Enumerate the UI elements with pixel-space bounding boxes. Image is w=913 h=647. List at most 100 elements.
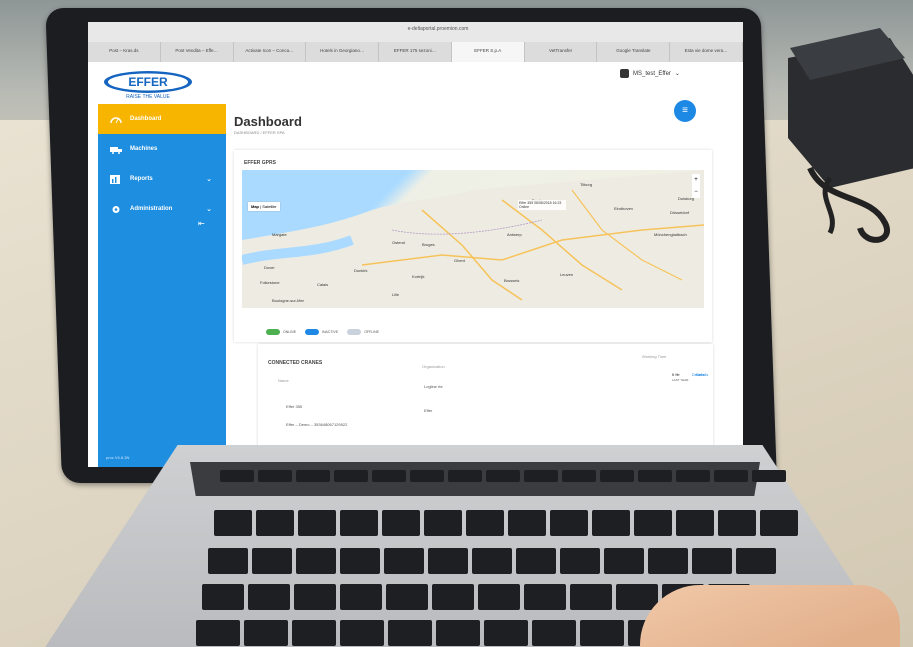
keyboard-key [532, 620, 576, 646]
keyboard-key [388, 620, 432, 646]
legend-label: OFFLINE [364, 330, 379, 334]
map-place-label: Eindhoven [614, 206, 633, 211]
keyboard-key [436, 620, 480, 646]
map-roads [242, 170, 704, 308]
crane-row-name[interactable]: Effer – Demo – 353648067129522 [286, 422, 347, 427]
map-type-toggle[interactable]: Map | Satellite [248, 202, 280, 211]
keyboard-key [638, 470, 672, 482]
keyboard-key [736, 548, 776, 574]
keyboard-key [570, 584, 612, 610]
map-place-label: Kortrijk [412, 274, 425, 279]
keyboard-key [428, 548, 468, 574]
user-name: MS_test_Effer [633, 70, 671, 77]
offline-toggle[interactable] [347, 329, 362, 335]
sidebar-item-reports[interactable]: Reports ⌄ [98, 164, 226, 194]
legend-label: INACTIVE [322, 330, 339, 334]
photo-scene: e-deltaportal.proemion.com Post – Kras.d… [0, 0, 913, 647]
browser-tab[interactable]: Google Translate [597, 42, 671, 62]
keyboard-key [296, 548, 336, 574]
column-name[interactable]: Name [278, 378, 289, 383]
sidebar-item-label: Reports [130, 176, 153, 182]
map-place-label: Mönchengladbach [654, 232, 687, 237]
inactive-toggle[interactable] [305, 329, 320, 335]
keyboard-key [256, 510, 294, 536]
map-marker[interactable]: Effer 355 06/06/2018 16:23 Online [518, 200, 566, 210]
online-toggle[interactable] [266, 329, 280, 335]
map-place-label: Calais [317, 282, 329, 287]
map-place-label: Tilburg [580, 182, 593, 187]
status-legend: ONLINE INACTIVE OFFLINE [266, 329, 379, 335]
keyboard-key [524, 584, 566, 610]
keyboard-key [760, 510, 798, 536]
map-card-title: EFFER GPRS [244, 160, 276, 166]
browser-tab[interactable]: EFFER S.p.A [451, 42, 525, 62]
gauge-icon [110, 116, 122, 123]
logo-wordmark: EFFER [128, 75, 168, 89]
crane-row-working: 0 Hr LAST YEAR [672, 372, 689, 382]
laptop-screen: e-deltaportal.proemion.com Post – Kras.d… [88, 22, 743, 467]
sidebar-item-dashboard[interactable]: Dashboard [98, 104, 226, 134]
map-place-label: Bruges [422, 242, 435, 247]
keyboard-key [714, 470, 748, 482]
sidebar-item-label: Dashboard [130, 116, 162, 122]
effer-logo[interactable]: EFFER RAISE THE VALUE [102, 70, 194, 100]
browser-tab[interactable]: Post – Kras.ds [88, 42, 161, 62]
details-link[interactable]: Details [696, 372, 708, 377]
keyboard-key [340, 620, 384, 646]
keyboard-key [676, 510, 714, 536]
browser-tab[interactable]: Post Vendita – Effe… [160, 42, 234, 62]
keyboard-key [718, 510, 756, 536]
browser-tab[interactable]: VetTransfer [524, 42, 598, 62]
keyboard-key [340, 548, 380, 574]
keyboard-key [384, 548, 424, 574]
sidebar-item-administration[interactable]: Administration ⌄ [98, 194, 226, 224]
chevron-down-icon[interactable]: ⌄ [206, 175, 212, 183]
browser-tab[interactable]: Esta vie dome vera… [670, 42, 743, 62]
keyboard-key [382, 510, 420, 536]
column-working-time: Working Time [642, 354, 667, 359]
map-place-label: Düsseldorf [670, 210, 690, 215]
sidebar: Dashboard Machines Reports ⌄ Administrat… [98, 104, 226, 467]
column-organization[interactable]: Organization [422, 364, 445, 369]
crane-row-name[interactable]: Effer 355 [286, 404, 302, 409]
chart-icon [110, 174, 120, 184]
keyboard-key [340, 510, 378, 536]
browser-tab[interactable]: EFFER 175 sezoni… [379, 42, 452, 62]
keyboard-key [484, 620, 528, 646]
sidebar-item-machines[interactable]: Machines [98, 134, 226, 164]
keyboard-key [472, 548, 512, 574]
keyboard-key [466, 510, 504, 536]
truck-icon [110, 146, 122, 154]
keyboard-key [580, 620, 624, 646]
page-title: Dashboard [234, 114, 302, 129]
browser-tab[interactable]: Hotels in Georgiano… [306, 42, 380, 62]
keyboard-key [676, 470, 710, 482]
map-place-label: Boulogne-sur-Mer [272, 298, 305, 303]
keyboard-key [258, 470, 292, 482]
hand [640, 585, 900, 647]
keyboard-key [386, 584, 428, 610]
keyboard-key [486, 470, 520, 482]
cranes-card-title: CONNECTED CRANES [268, 360, 323, 366]
keyboard-key [372, 470, 406, 482]
keyboard-key [220, 470, 254, 482]
keyboard-key [600, 470, 634, 482]
browser-tabs: Post – Kras.ds Post Vendita – Effe… Activa… [88, 42, 743, 62]
map-place-label: Margate [272, 232, 287, 237]
collapse-sidebar-icon[interactable]: ⇤ [198, 219, 205, 228]
keyboard-key [448, 470, 482, 482]
map-place-label: Leuven [560, 272, 574, 277]
keyboard-key [562, 470, 596, 482]
keyboard-key [432, 584, 474, 610]
browser-chrome: e-deltaportal.proemion.com Post – Kras.d… [88, 22, 743, 63]
address-bar[interactable]: e-deltaportal.proemion.com [288, 26, 588, 35]
keyboard-key [410, 470, 444, 482]
chevron-down-icon[interactable]: ⌄ [206, 205, 212, 213]
user-menu[interactable]: MS_test_Effer ⌄ [620, 69, 680, 78]
keyboard-key [752, 470, 786, 482]
crane-row-org: Effer [424, 408, 433, 413]
map-view[interactable]: Map | Satellite Margate Dover Calais Fol… [242, 170, 704, 308]
menu-icon[interactable]: ≡ [674, 100, 696, 122]
zoom-controls[interactable]: + − [692, 174, 700, 198]
browser-tab[interactable]: Activate Icon – Conca… [233, 42, 307, 62]
